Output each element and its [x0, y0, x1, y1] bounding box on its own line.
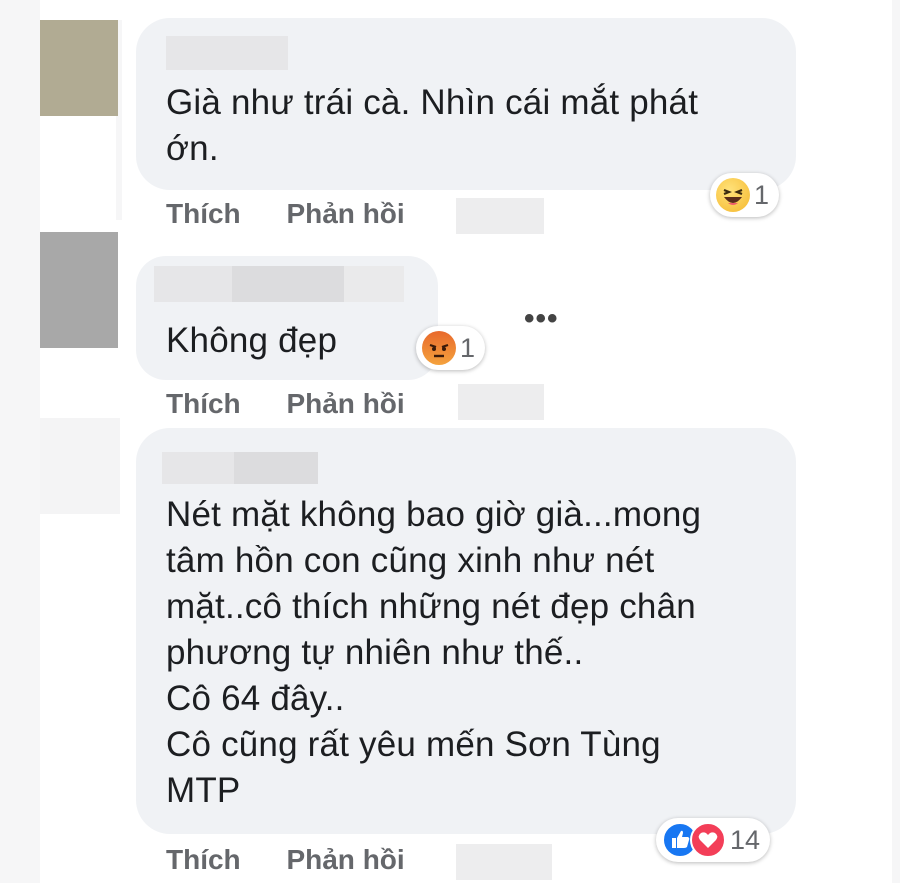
reaction-summary[interactable]: 1	[710, 173, 780, 217]
right-margin	[892, 0, 900, 883]
more-options-button[interactable]: •••	[524, 302, 559, 336]
comment-text: Nét mặt không bao giờ già...mong tâm hồn…	[166, 495, 702, 810]
reaction-count: 1	[460, 332, 476, 363]
blurred-author-name[interactable]	[154, 266, 232, 302]
reaction-count: 1	[754, 179, 770, 210]
comment-text: Không đẹp	[166, 321, 338, 360]
left-margin	[0, 0, 40, 883]
reaction-summary[interactable]: 14	[656, 818, 771, 862]
reply-button[interactable]: Phản hồi	[286, 198, 404, 229]
blurred-author-name[interactable]	[234, 452, 318, 484]
reaction-count: 14	[730, 824, 761, 855]
blurred-author-name[interactable]	[166, 36, 288, 70]
blurred-timestamp[interactable]	[458, 384, 544, 420]
angry-reaction-icon	[422, 331, 456, 365]
blurred-author-name[interactable]	[232, 266, 344, 302]
avatar[interactable]	[40, 20, 118, 116]
comment-actions: Thích Phản hồi	[166, 388, 405, 420]
blurred-author-name[interactable]	[162, 452, 234, 484]
reply-button[interactable]: Phản hồi	[286, 388, 404, 419]
like-button[interactable]: Thích	[166, 388, 241, 419]
avatar[interactable]	[40, 232, 118, 348]
comment-actions: Thích Phản hồi	[166, 198, 405, 230]
love-reaction-icon	[690, 822, 726, 858]
comment-bubble: Không đẹp	[136, 256, 438, 380]
blurred-author-name[interactable]	[344, 266, 404, 302]
comment-actions: Thích Phản hồi	[166, 844, 405, 876]
like-button[interactable]: Thích	[166, 198, 241, 229]
like-button[interactable]: Thích	[166, 844, 241, 875]
comment-text: Già như trái cà. Nhìn cái mắt phát ớn.	[166, 83, 699, 168]
blurred-timestamp[interactable]	[456, 844, 552, 880]
reply-button[interactable]: Phản hồi	[286, 844, 404, 875]
blurred-timestamp[interactable]	[456, 198, 544, 234]
comment-bubble: Già như trái cà. Nhìn cái mắt phát ớn.	[136, 18, 796, 190]
haha-reaction-icon	[716, 178, 750, 212]
reaction-summary[interactable]: 1	[416, 326, 486, 370]
comment-bubble: Nét mặt không bao giờ già...mong tâm hồn…	[136, 428, 796, 834]
avatar[interactable]	[40, 418, 120, 514]
